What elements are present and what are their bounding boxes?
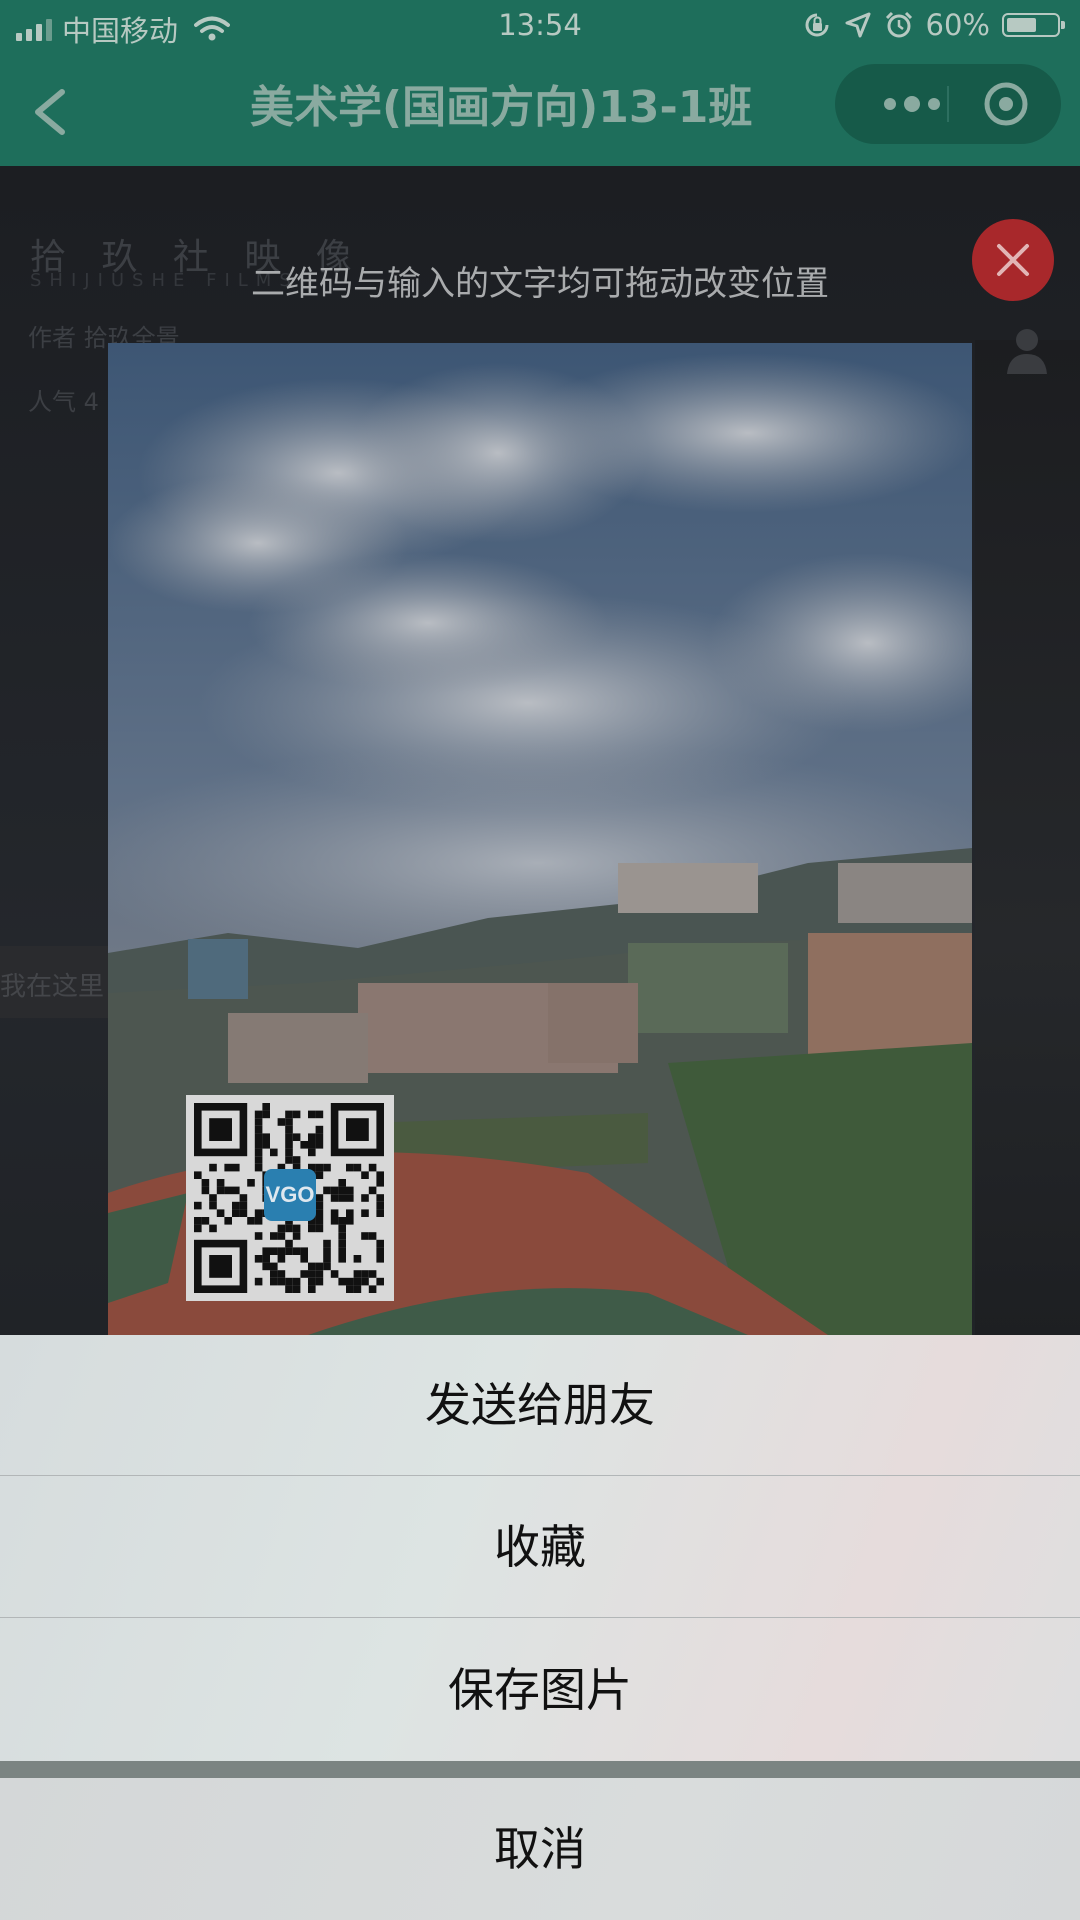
- more-icon[interactable]: [867, 64, 957, 144]
- favorite-button[interactable]: 收藏: [0, 1477, 1080, 1618]
- status-right-group: 60%: [802, 8, 1065, 42]
- page-title: 美术学(国画方向)13-1班: [250, 82, 753, 133]
- qr-center-logo: VGO: [264, 1169, 316, 1221]
- background-panorama-strip: [975, 340, 1080, 1340]
- save-image-button[interactable]: 保存图片: [0, 1619, 1080, 1761]
- poster-image[interactable]: VGO: [108, 343, 972, 1335]
- battery-percent: 60%: [925, 8, 990, 42]
- status-bar: 中国移动 13:54 60%: [0, 0, 1080, 52]
- user-icon: [1007, 329, 1047, 374]
- capsule-divider: [947, 86, 949, 122]
- orientation-lock-icon: [805, 13, 829, 37]
- close-miniprogram-icon[interactable]: [981, 79, 1031, 129]
- miniprogram-capsule: [835, 64, 1061, 144]
- screen: 拾 玖 社 映 像 SHIJIUSHE FILMS 作者 拾玖全景 人气 4 我…: [0, 0, 1080, 1920]
- back-arrow-icon[interactable]: [22, 84, 82, 140]
- close-icon: [997, 244, 1029, 276]
- close-overlay-button[interactable]: [972, 219, 1054, 301]
- send-to-friend-button[interactable]: 发送给朋友: [0, 1335, 1080, 1476]
- alarm-icon: [885, 11, 912, 38]
- battery-icon: [1002, 13, 1065, 37]
- background-popularity: 人气 4: [28, 388, 99, 416]
- action-sheet-separator: [0, 1761, 1080, 1778]
- drag-hint: 二维码与输入的文字均可拖动改变位置: [251, 264, 829, 304]
- background-banner-text: 我在这里: [0, 972, 105, 1002]
- battery-fill: [1007, 18, 1036, 32]
- location-icon: [845, 12, 871, 38]
- cancel-button[interactable]: 取消: [0, 1778, 1080, 1920]
- qr-code[interactable]: VGO: [186, 1095, 394, 1301]
- action-sheet: 发送给朋友 收藏 保存图片 取消: [0, 1335, 1080, 1920]
- navigation-bar: 美术学(国画方向)13-1班: [0, 56, 1080, 166]
- top-bar: 中国移动 13:54 60% 美术学(国画方向)13-1班: [0, 0, 1080, 166]
